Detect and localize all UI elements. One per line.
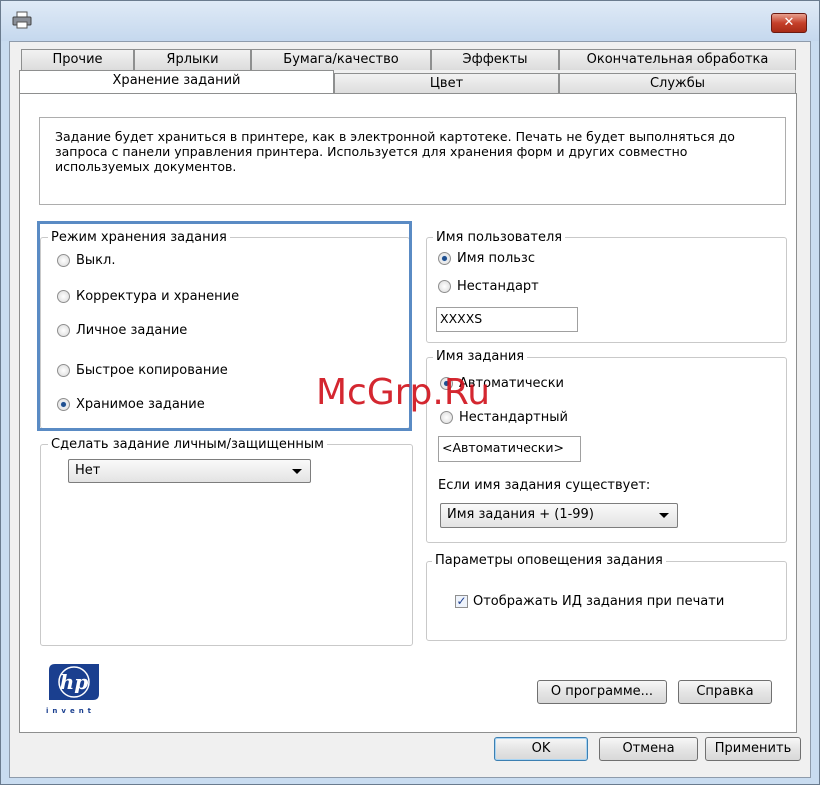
radio-stored-job-indicator [57,398,70,411]
radio-proof-and-hold-label: Корректура и хранение [76,289,240,304]
radio-proof-and-hold-indicator [57,290,70,303]
radio-off-label: Выкл. [76,253,116,268]
make-private-value: Нет [75,463,101,478]
radio-personal-job-indicator [57,324,70,337]
svg-text:hp: hp [60,670,89,694]
tab-shortcuts[interactable]: Ярлыки [134,49,251,70]
tab-finishing[interactable]: Окончательная обработка [559,49,796,70]
radio-user-custom-label: Нестандарт [457,279,539,294]
tab-other[interactable]: Прочие [21,49,134,70]
help-button[interactable]: Справка [678,680,772,704]
title-bar: ✕ [1,1,819,41]
watermark-text: McGrp.Ru [316,372,491,413]
radio-stored-job-label: Хранимое задание [76,397,205,412]
description-text: Задание будет храниться в принтере, как … [55,129,735,174]
about-button[interactable]: О программе... [537,680,667,704]
job-exists-select[interactable]: Имя задания + (1-99) [440,503,678,528]
job-exists-label: Если имя задания существует: [438,478,651,494]
notification-legend: Параметры оповещения задания [432,553,666,569]
job-name-input[interactable]: <Автоматически> [438,436,581,462]
apply-button[interactable]: Применить [705,737,801,761]
tab-effects[interactable]: Эффекты [431,49,559,70]
radio-proof-and-hold[interactable]: Корректура и хранение [57,289,239,304]
make-private-legend: Сделать задание личным/защищенным [48,437,327,453]
radio-personal-job-label: Личное задание [76,323,188,338]
user-name-legend: Имя пользователя [433,230,566,246]
radio-quick-copy-label: Быстрое копирование [76,363,228,378]
hp-logo: hp [49,664,99,700]
show-job-id-label: Отображать ИД задания при печати [473,594,725,609]
printer-icon [12,11,32,29]
user-name-input[interactable]: XXXXS [436,307,578,332]
make-private-select[interactable]: Нет [68,459,311,483]
radio-user-name-label: Имя пользс [457,251,535,266]
close-button[interactable]: ✕ [771,13,807,33]
radio-stored-job[interactable]: Хранимое задание [57,397,205,412]
radio-personal-job[interactable]: Личное задание [57,323,187,338]
radio-quick-copy[interactable]: Быстрое копирование [57,363,228,378]
radio-user-name-indicator [438,252,451,265]
chevron-down-icon [659,513,669,518]
radio-off-indicator [57,254,70,267]
chevron-down-icon [292,469,302,474]
job-exists-value: Имя задания + (1-99) [447,507,594,522]
radio-user-name[interactable]: Имя пользс [438,251,535,266]
show-job-id-checkbox[interactable]: ✓ Отображать ИД задания при печати [455,594,724,609]
tab-job-storage[interactable]: Хранение заданий [19,70,334,93]
radio-quick-copy-indicator [57,364,70,377]
checkmark-icon: ✓ [455,594,468,608]
tab-services[interactable]: Службы [559,73,796,94]
radio-user-custom[interactable]: Нестандарт [438,279,539,294]
tab-color[interactable]: Цвет [334,73,559,94]
job-name-legend: Имя задания [433,349,528,365]
cancel-button[interactable]: Отмена [599,737,698,761]
ok-button[interactable]: OK [494,737,588,761]
tab-paper-quality[interactable]: Бумага/качество [251,49,431,70]
job-storage-mode-legend: Режим хранения задания [48,230,230,246]
description-box: Задание будет храниться в принтере, как … [39,117,786,205]
hp-invent-tagline: invent [46,707,96,715]
radio-user-custom-indicator [438,280,451,293]
radio-off[interactable]: Выкл. [57,253,115,268]
